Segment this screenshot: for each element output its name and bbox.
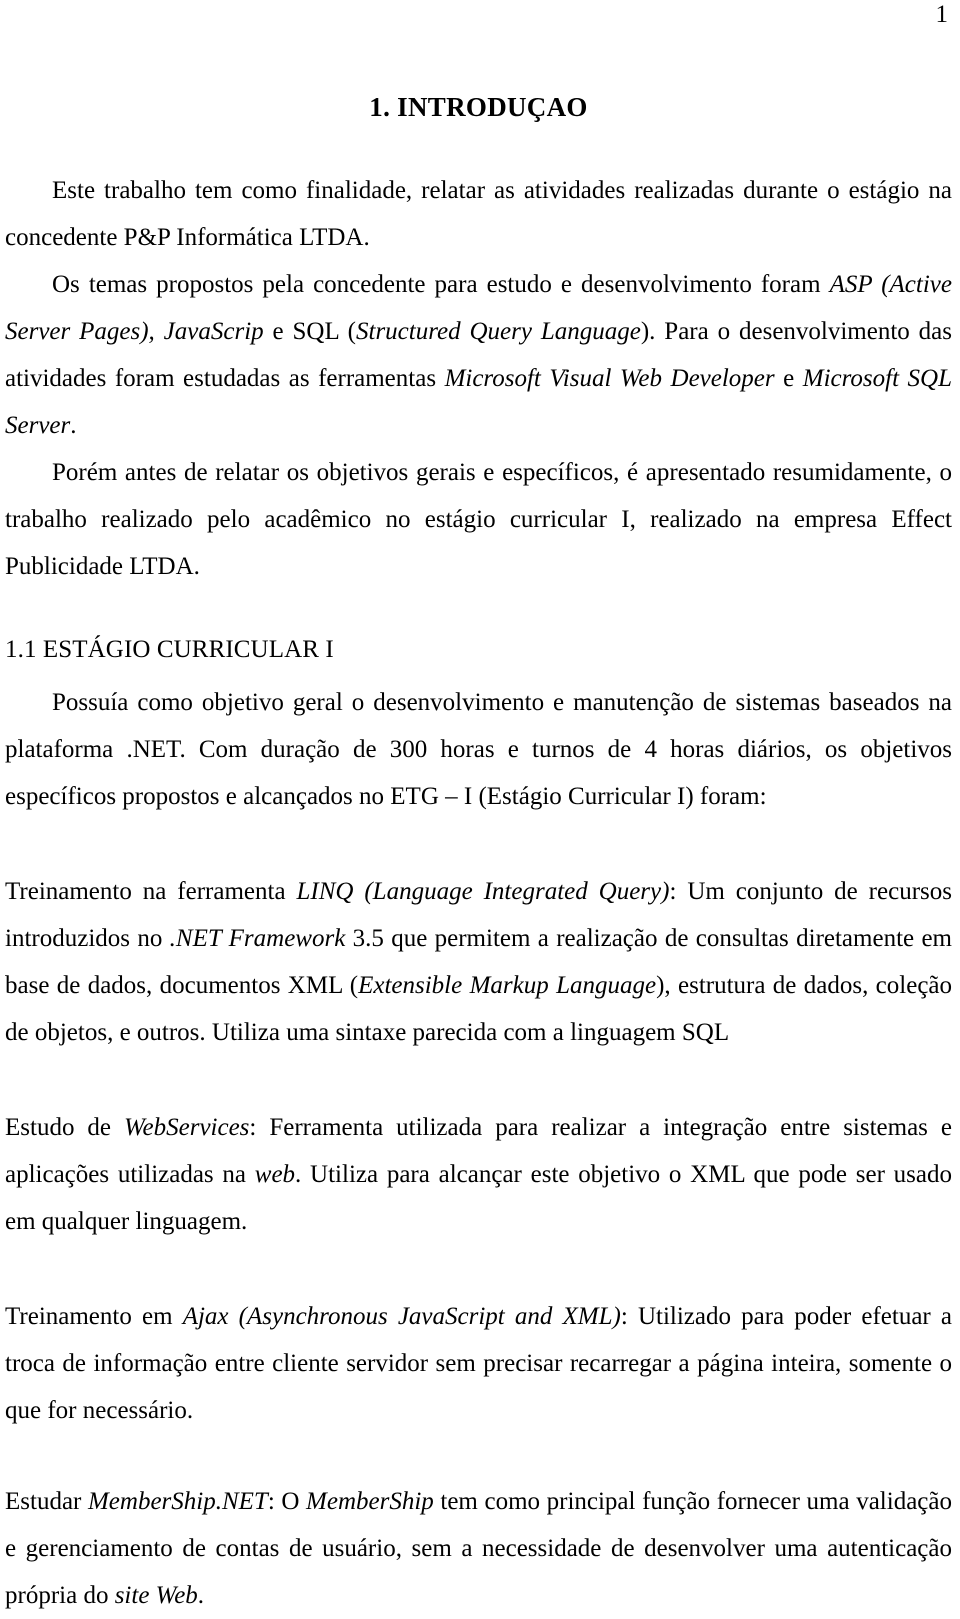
paragraph-ajax-training: Treinamento em Ajax (Asynchronous JavaSc… <box>5 1293 952 1434</box>
paragraph-membership-study: Estudar MemberShip.NET: O MemberShip tem… <box>5 1478 952 1619</box>
emphasis-membership: MemberShip <box>306 1487 434 1515</box>
text-segment: . <box>70 412 77 440</box>
paragraph-webservices-study: Estudo de WebServices: Ferramenta utiliz… <box>5 1104 952 1245</box>
text-segment: e SQL ( <box>263 318 356 346</box>
section-heading-estagio-curricular-i: 1.1 ESTÁGIO CURRICULAR I <box>5 636 334 664</box>
document-page: 1 1. INTRODUÇAO Este trabalho tem como f… <box>0 0 960 1609</box>
emphasis-ajax: Ajax (Asynchronous JavaScript and XML) <box>182 1302 621 1330</box>
emphasis-web: web <box>254 1160 296 1188</box>
emphasis-membership-net: MemberShip.NET <box>87 1487 268 1515</box>
text-segment: Estudar <box>5 1487 88 1515</box>
emphasis-site-web: site Web <box>114 1581 198 1609</box>
text-segment: : O <box>267 1487 307 1515</box>
emphasis-extensible-markup-language: Extensible Markup Language <box>358 971 657 999</box>
emphasis-linq: LINQ (Language Integrated Query) <box>296 877 670 905</box>
text-segment: . <box>197 1581 205 1609</box>
text-segment: Treinamento na ferramenta <box>5 877 297 905</box>
page-number: 1 <box>935 1 949 28</box>
text-segment: Estudo de <box>5 1113 124 1141</box>
text-segment: Os temas propostos pela concedente para … <box>52 271 830 299</box>
paragraph-general-objective: Possuía como objetivo geral o desenvolvi… <box>5 688 952 810</box>
text-segment: e <box>774 365 803 393</box>
paragraph-objectives-preamble: Porém antes de relatar os objetivos gera… <box>5 459 952 581</box>
paragraph-topics-proposed: Os temas propostos pela concedente para … <box>5 261 952 449</box>
emphasis-structured-query-language: Structured Query Language <box>356 318 641 346</box>
emphasis-webservices: WebServices <box>124 1113 250 1141</box>
emphasis-visual-web-developer: Microsoft Visual Web Developer <box>444 365 775 393</box>
text-segment: Treinamento em <box>5 1302 183 1330</box>
page-title: 1. INTRODUÇAO <box>369 92 588 122</box>
paragraph-linq-training: Treinamento na ferramenta LINQ (Language… <box>5 868 952 1056</box>
emphasis-net-framework: .NET Framework <box>169 924 346 952</box>
paragraph-intro-purpose: Este trabalho tem como finalidade, relat… <box>5 177 952 252</box>
